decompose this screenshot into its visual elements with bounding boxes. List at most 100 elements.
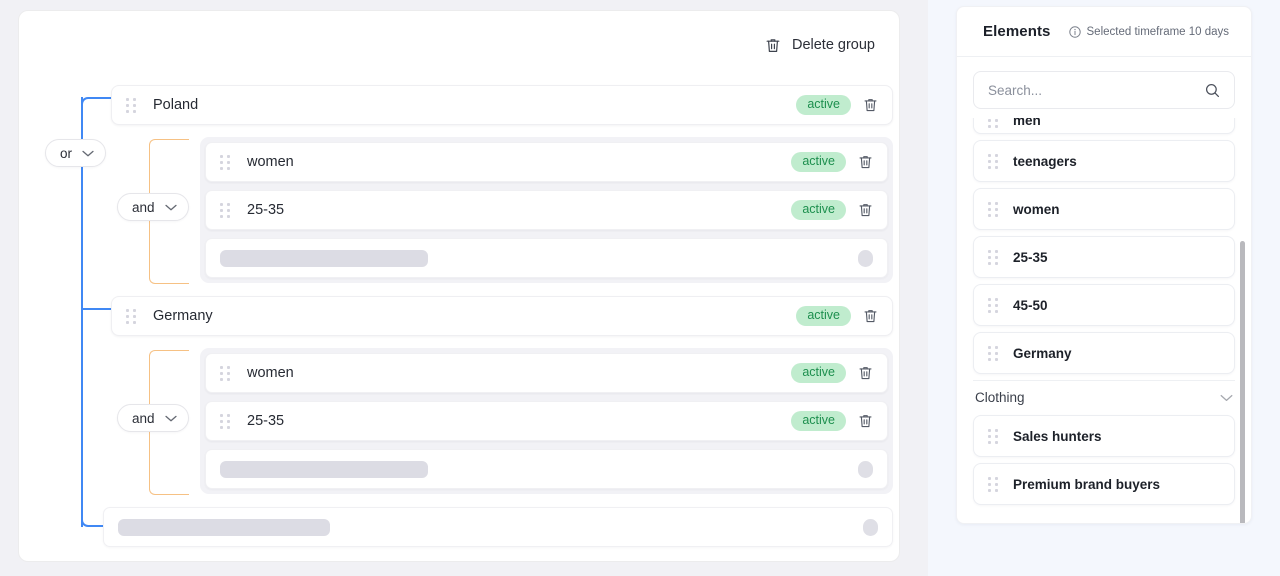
drag-handle-icon[interactable] <box>126 309 137 324</box>
operator-or-label: or <box>60 146 72 161</box>
delete-condition-button[interactable] <box>861 95 880 115</box>
status-badge: active <box>796 95 851 115</box>
or-connector-arm-poland <box>93 97 111 99</box>
operator-select-or[interactable]: or <box>45 139 106 167</box>
chevron-down-icon <box>82 150 94 157</box>
builder-card: Delete group or Poland active <box>18 10 900 562</box>
operator-and-label: and <box>132 411 155 426</box>
condition-label: women <box>247 154 791 170</box>
search-icon[interactable] <box>1205 83 1234 98</box>
list-item[interactable]: women <box>973 188 1235 230</box>
delete-condition-button[interactable] <box>861 306 880 326</box>
drag-handle-icon[interactable] <box>220 203 231 218</box>
delete-group-label: Delete group <box>792 37 875 53</box>
drag-handle-icon[interactable] <box>988 202 999 217</box>
drop-placeholder-row[interactable] <box>205 449 888 489</box>
condition-label: women <box>247 365 791 381</box>
condition-row-poland[interactable]: Poland active <box>111 85 893 125</box>
operator-select-and-poland[interactable]: and <box>117 193 189 221</box>
drop-placeholder-row[interactable] <box>205 238 888 278</box>
drag-handle-icon[interactable] <box>988 477 999 492</box>
chevron-down-icon[interactable] <box>1220 394 1233 402</box>
page-title: Elements <box>983 23 1051 40</box>
operator-and-label: and <box>132 200 155 215</box>
status-badge: active <box>791 411 846 431</box>
drop-placeholder-row-root[interactable] <box>103 507 893 547</box>
chevron-down-icon <box>165 204 177 211</box>
timeframe-label: Selected timeframe 10 days <box>1087 26 1230 38</box>
or-connector-corner-bottom <box>81 515 93 527</box>
condition-label: Poland <box>153 97 796 113</box>
search-box[interactable] <box>973 71 1235 109</box>
list-item-label: women <box>1013 202 1060 217</box>
placeholder-dot <box>858 250 873 267</box>
drag-handle-icon[interactable] <box>988 118 999 128</box>
elements-header: Elements Selected timeframe 10 days <box>957 7 1251 57</box>
elements-pane: Elements Selected timeframe 10 days <box>928 0 1280 576</box>
status-badge: active <box>791 152 846 172</box>
list-item-label: Premium brand buyers <box>1013 477 1160 492</box>
list-item[interactable]: 25-35 <box>973 236 1235 278</box>
drag-handle-icon[interactable] <box>220 414 231 429</box>
operator-select-and-germany[interactable]: and <box>117 404 189 432</box>
list-item-label: Sales hunters <box>1013 429 1102 444</box>
scrollbar-thumb[interactable] <box>1240 241 1245 524</box>
condition-label: 25-35 <box>247 202 791 218</box>
timeframe-indicator: Selected timeframe 10 days <box>1069 26 1230 38</box>
condition-label: Germany <box>153 308 796 324</box>
drag-handle-icon[interactable] <box>988 250 999 265</box>
condition-row-germany[interactable]: Germany active <box>111 296 893 336</box>
segment-builder-pane: Delete group or Poland active <box>0 0 928 576</box>
condition-row-age[interactable]: 25-35 active <box>205 190 888 230</box>
list-item[interactable]: men <box>973 118 1235 134</box>
search-input[interactable] <box>974 83 1205 98</box>
list-item-label: Germany <box>1013 346 1072 361</box>
status-badge: active <box>796 306 851 326</box>
list-item[interactable]: Sales hunters <box>973 415 1235 457</box>
delete-condition-button[interactable] <box>856 411 875 431</box>
drag-handle-icon[interactable] <box>220 155 231 170</box>
list-item[interactable]: teenagers <box>973 140 1235 182</box>
placeholder-dot <box>858 461 873 478</box>
builder-toolbar: Delete group <box>763 11 899 79</box>
list-item[interactable]: Premium brand buyers <box>973 463 1235 505</box>
elements-card: Elements Selected timeframe 10 days <box>956 6 1252 524</box>
placeholder-bar <box>118 519 330 536</box>
list-item-label: 25-35 <box>1013 250 1048 265</box>
nested-condition-group-germany: women active 25-35 active <box>200 348 893 494</box>
drag-handle-icon[interactable] <box>126 98 137 113</box>
condition-row-women[interactable]: women active <box>205 353 888 393</box>
or-connector-arm-germany <box>81 308 111 310</box>
placeholder-dot <box>863 519 878 536</box>
chevron-down-icon <box>165 415 177 422</box>
elements-list-scroll[interactable]: men teenagers women 25-35 45-50 <box>957 118 1251 523</box>
drag-handle-icon[interactable] <box>988 298 999 313</box>
list-item-label: 45-50 <box>1013 298 1048 313</box>
section-title: Clothing <box>975 390 1025 405</box>
condition-label: 25-35 <box>247 413 791 429</box>
info-icon <box>1069 26 1081 38</box>
status-badge: active <box>791 200 846 220</box>
list-item[interactable]: Germany <box>973 332 1235 374</box>
delete-condition-button[interactable] <box>856 152 875 172</box>
or-connector-corner-top <box>81 97 93 109</box>
status-badge: active <box>791 363 846 383</box>
drag-handle-icon[interactable] <box>988 346 999 361</box>
search-container <box>957 57 1251 118</box>
placeholder-bar <box>220 461 428 478</box>
delete-condition-button[interactable] <box>856 200 875 220</box>
delete-group-button[interactable]: Delete group <box>763 33 877 58</box>
nested-condition-group-poland: women active 25-35 active <box>200 137 893 283</box>
placeholder-bar <box>220 250 428 267</box>
app-root: Delete group or Poland active <box>0 0 1280 576</box>
drag-handle-icon[interactable] <box>220 366 231 381</box>
list-item[interactable]: 45-50 <box>973 284 1235 326</box>
delete-condition-button[interactable] <box>856 363 875 383</box>
condition-row-age[interactable]: 25-35 active <box>205 401 888 441</box>
drag-handle-icon[interactable] <box>988 154 999 169</box>
section-header-clothing[interactable]: Clothing <box>973 380 1235 415</box>
condition-row-women[interactable]: women active <box>205 142 888 182</box>
trash-icon <box>765 37 781 54</box>
drag-handle-icon[interactable] <box>988 429 999 444</box>
list-item-label: men <box>1013 118 1041 128</box>
